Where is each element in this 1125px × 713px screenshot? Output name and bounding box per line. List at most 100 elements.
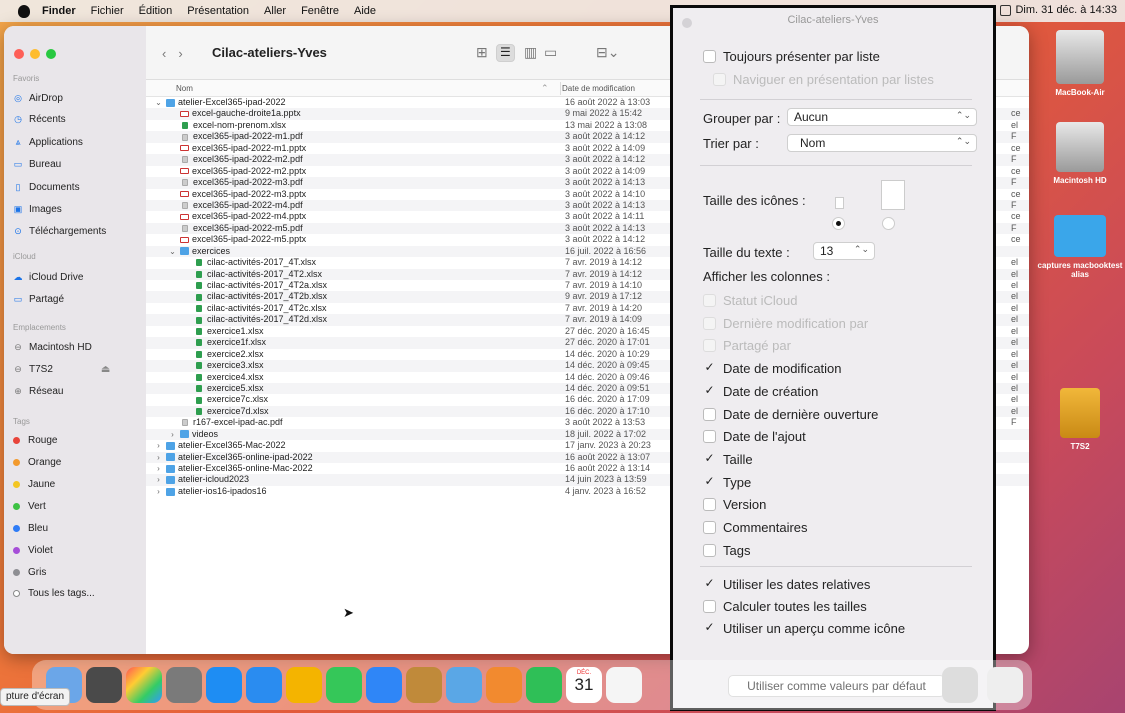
column-option-checkbox[interactable]: ✓ Date de création xyxy=(703,384,818,399)
text-size-select[interactable]: 13 ⌃⌄ xyxy=(813,242,875,260)
maps-icon[interactable] xyxy=(446,667,482,703)
system-settings-icon[interactable] xyxy=(166,667,202,703)
safari-icon[interactable] xyxy=(246,667,282,703)
document-icon[interactable] xyxy=(942,667,978,703)
menu-aide[interactable]: Aide xyxy=(354,5,376,17)
file-date: 16 déc. 2020 à 17:09 xyxy=(565,394,650,405)
sidebar-tag-jaune[interactable]: Jaune xyxy=(13,479,55,490)
column-option-checkbox[interactable]: Statut iCloud xyxy=(703,293,797,308)
chrome-icon[interactable] xyxy=(286,667,322,703)
app-store-icon[interactable] xyxy=(206,667,242,703)
column-view-icon[interactable]: ▥ xyxy=(524,44,537,61)
sidebar-item-telechargements[interactable]: ⊙ Téléchargements xyxy=(13,226,106,237)
column-option-checkbox[interactable]: Date de l'ajout xyxy=(703,429,806,444)
column-date-header[interactable]: Date de modification xyxy=(562,84,635,93)
photos-icon[interactable] xyxy=(486,667,522,703)
sidebar-item-t7s2[interactable]: ⊖ T7S2 ⏏ xyxy=(13,364,110,375)
group-by-select[interactable]: Aucun ⌃⌄ xyxy=(787,108,977,126)
icon-size-small-radio[interactable] xyxy=(832,217,845,230)
column-option-checkbox[interactable]: ✓ Date de modification xyxy=(703,361,841,376)
sidebar-item-reseau[interactable]: ⊕ Réseau xyxy=(13,386,63,397)
trash-icon[interactable] xyxy=(987,667,1023,703)
calendar-icon[interactable]: DÉC. 31 xyxy=(566,667,602,703)
apple-menu-icon[interactable] xyxy=(18,4,30,18)
view-option-checkbox[interactable]: ✓ Utiliser un aperçu comme icône xyxy=(703,621,905,636)
launchpad-icon[interactable] xyxy=(126,667,162,703)
column-name-header[interactable]: Nom xyxy=(176,84,193,93)
reminders-icon[interactable] xyxy=(606,667,642,703)
pptx-file-icon xyxy=(180,145,189,152)
menubar-clock[interactable]: Dim. 31 déc. à 14:33 xyxy=(1015,4,1117,16)
column-divider xyxy=(560,82,561,95)
column-option-checkbox[interactable]: Version xyxy=(703,497,766,512)
column-option-checkbox[interactable]: Tags xyxy=(703,543,750,558)
column-option-checkbox[interactable]: ✓ Taille xyxy=(703,452,752,467)
disclosure-triangle-icon[interactable]: ⌄ xyxy=(168,246,177,257)
disclosure-triangle-icon[interactable]: ⌄ xyxy=(154,97,163,108)
view-option-checkbox[interactable]: ✓ Utiliser les dates relatives xyxy=(703,577,870,592)
menu-aller[interactable]: Aller xyxy=(264,5,286,17)
menu-fenetre[interactable]: Fenêtre xyxy=(301,5,339,17)
mail-icon[interactable] xyxy=(366,667,402,703)
sidebar-item-label: Images xyxy=(29,204,62,215)
column-option-checkbox[interactable]: Dernière modification par xyxy=(703,316,868,331)
gallery-view-icon[interactable]: ▭ xyxy=(544,44,557,61)
sidebar-item-recents[interactable]: ◷ Récents xyxy=(13,114,66,125)
column-option-checkbox[interactable]: Date de dernière ouverture xyxy=(703,407,878,422)
screenshot-icon[interactable] xyxy=(86,667,122,703)
zoom-button[interactable] xyxy=(46,49,56,59)
desktop-item-macbook-air[interactable]: MacBook-Air xyxy=(1035,30,1125,97)
sort-by-select[interactable]: Nom ⌃⌄ xyxy=(787,134,977,152)
list-view-icon[interactable]: ☰ xyxy=(496,44,515,62)
always-list-checkbox[interactable]: Toujours présenter par liste xyxy=(703,49,880,64)
sidebar-item-images[interactable]: ▣ Images xyxy=(13,204,62,215)
sidebar-tag-gris[interactable]: Gris xyxy=(13,567,46,578)
sidebar-tag-rouge[interactable]: Rouge xyxy=(13,435,57,446)
browse-list-checkbox[interactable]: Naviguer en présentation par listes xyxy=(713,72,934,87)
sidebar-item-bureau[interactable]: ▭ Bureau xyxy=(13,159,62,170)
menu-app-finder[interactable]: Finder xyxy=(42,5,76,17)
contacts-icon[interactable] xyxy=(406,667,442,703)
disclosure-triangle-icon[interactable]: › xyxy=(154,463,163,474)
sidebar-item-airdrop[interactable]: ◎ AirDrop xyxy=(13,93,63,104)
menu-edition[interactable]: Édition xyxy=(139,5,173,17)
column-option-checkbox[interactable]: Partagé par xyxy=(703,338,791,353)
sidebar-tag-orange[interactable]: Orange xyxy=(13,457,61,468)
close-button[interactable] xyxy=(14,49,24,59)
sidebar-tag-bleu[interactable]: Bleu xyxy=(13,523,48,534)
sidebar-tag-vert[interactable]: Vert xyxy=(13,501,46,512)
tag-dot-icon xyxy=(13,437,20,444)
checkmark-icon: ✓ xyxy=(704,473,715,488)
sidebar-item-documents[interactable]: ▯ Documents xyxy=(13,182,80,193)
desktop-item-macintosh-hd[interactable]: Macintosh HD xyxy=(1035,122,1125,185)
icon-view-icon[interactable]: ⊞ xyxy=(476,44,488,61)
disclosure-triangle-icon[interactable]: › xyxy=(154,452,163,463)
sidebar-tag-violet[interactable]: Violet xyxy=(13,545,53,556)
disclosure-triangle-icon[interactable]: › xyxy=(154,474,163,485)
control-center-icon[interactable] xyxy=(1000,5,1011,16)
sidebar-item-applications[interactable]: ⩓ Applications xyxy=(13,137,82,148)
view-option-checkbox[interactable]: Calculer toutes les tailles xyxy=(703,599,867,614)
eject-icon[interactable]: ⏏ xyxy=(101,364,110,375)
nav-back-forward[interactable]: ‹› xyxy=(162,46,195,61)
icon-size-large-radio[interactable] xyxy=(882,217,895,230)
menu-presentation[interactable]: Présentation xyxy=(187,5,249,17)
sidebar-item-icloud-drive[interactable]: ☁ iCloud Drive xyxy=(13,272,84,283)
checkbox-box xyxy=(703,50,716,63)
column-option-checkbox[interactable]: ✓ Type xyxy=(703,475,751,490)
disclosure-triangle-icon[interactable]: › xyxy=(154,486,163,497)
messages-icon[interactable] xyxy=(326,667,362,703)
minimize-button[interactable] xyxy=(30,49,40,59)
facetime-icon[interactable] xyxy=(526,667,562,703)
sidebar-item-macintosh-hd[interactable]: ⊖ Macintosh HD xyxy=(13,342,92,353)
sidebar-item-partage[interactable]: ▭ Partagé xyxy=(13,294,64,305)
column-option-checkbox[interactable]: Commentaires xyxy=(703,520,808,535)
file-name-cell: exercice7c.xlsx xyxy=(182,394,268,405)
sidebar-tag-all[interactable]: Tous les tags... xyxy=(13,588,95,599)
menu-fichier[interactable]: Fichier xyxy=(91,5,124,17)
disclosure-triangle-icon[interactable]: › xyxy=(154,440,163,451)
desktop-item-t7s2[interactable]: T7S2 xyxy=(1035,388,1125,451)
group-menu-icon[interactable]: ⊟⌄ xyxy=(596,44,619,61)
disclosure-triangle-icon[interactable]: › xyxy=(168,429,177,440)
desktop-item-captures[interactable]: captures macbooktest alias xyxy=(1035,215,1125,279)
